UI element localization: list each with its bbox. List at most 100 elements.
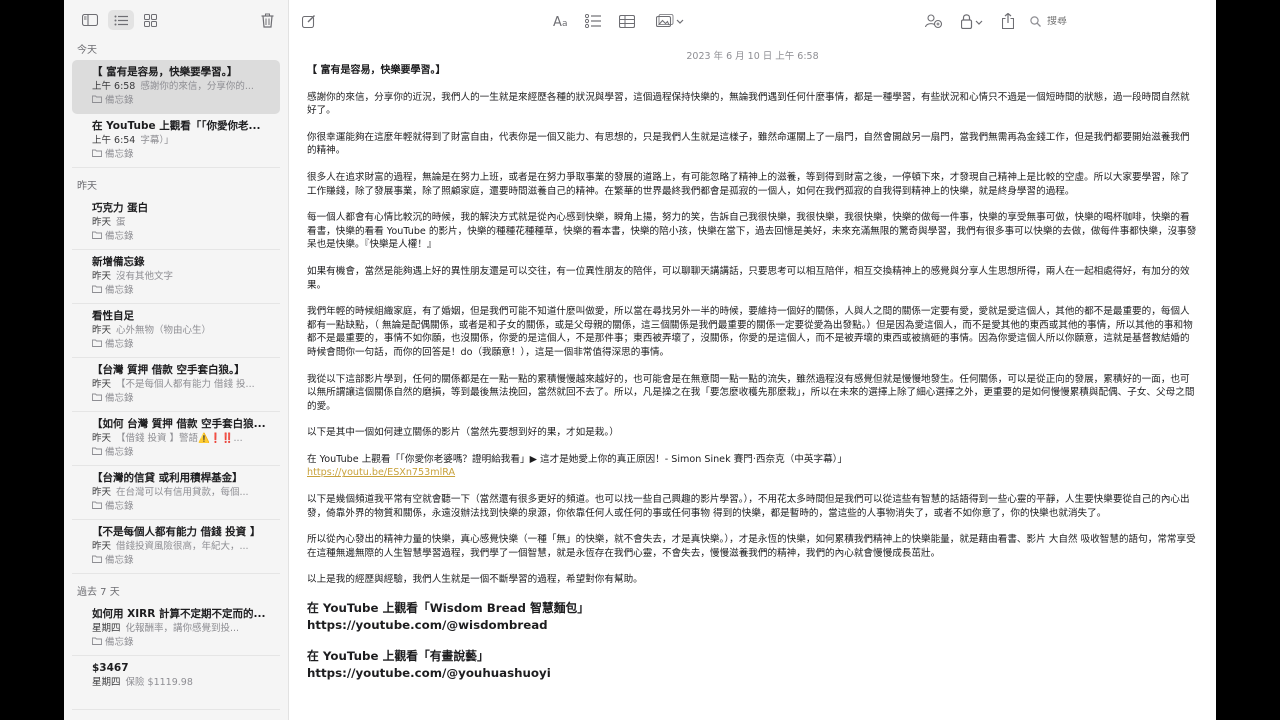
note-list-item[interactable]: 【 富有是容易，快樂要學習。】 上午 6:58 感謝你的來信，分享你的... 備忘錄 [72,60,280,114]
note-preview: 心外無物（物由心生） [116,325,212,336]
note-preview: 沒有其他文字 [116,271,174,282]
folder-name: 備忘錄 [105,231,134,242]
note-list-item[interactable]: 【不是每個人都有能力 借錢 投資 】昨天 借錢投資風險很高，年紀大，... 備忘錄 [72,520,280,574]
svg-text:A: A [553,15,562,28]
trash-icon[interactable] [257,11,277,29]
search-input[interactable] [1047,15,1157,27]
note-time: 昨天 [92,379,112,390]
note-meta: 昨天 【借錢 投資 】警語⚠️❗️‼️... [92,432,280,446]
sidebar-icon[interactable] [80,11,100,29]
note-preview: 化報酬率，講你感覺到投... [125,623,240,634]
folder-name: 備忘錄 [105,339,134,350]
note-title: 如何用 XIRR 計算不定期不定而的... [92,608,266,620]
note-list-item[interactable]: 看性自足 昨天 心外無物（物由心生） 備忘錄 [72,304,280,358]
body-paragraph: 每一個人都會有心情比較沉的時候，我的解決方式就是從內心感到快樂，瞬角上揚，努力的… [307,212,1197,251]
share-icon[interactable] [1002,12,1014,30]
note-time: 昨天 [92,217,112,228]
note-meta: 昨天 【不是每個人都有能力 借錢 投... [92,378,280,392]
video-link[interactable]: https://youtu.be/ESXn753mlRA [307,466,1197,480]
note-preview: 【不是每個人都有能力 借錢 投... [116,379,255,390]
note-meta: 昨天 借錢投資風險很高，年紀大，... [92,540,280,554]
note-meta: 上午 6:54 字幕）」 [92,134,280,148]
note-meta: 星期四 保險 $1119.98 [92,676,280,690]
checklist-icon[interactable] [585,12,601,30]
compose-icon[interactable] [302,12,316,30]
channel-title: 在 YouTube 上觀看「Wisdom Bread 智慧麵包」 [307,601,590,616]
channel-url[interactable]: https://youtube.com/@youhuashuoyi [307,665,1197,682]
body-paragraph: 你很幸運能夠在這麼年輕就得到了財富自由，代表你是一個又能力、有思想的，只是我們人… [307,131,1190,157]
folder-name: 備忘錄 [105,555,134,566]
note-list-item[interactable]: 【台灣的信貸 或利用積桿基金】 昨天 在台灣可以有信用貸款，每個... 備忘錄 [72,466,280,520]
folder-icon [92,500,105,514]
note-time: 昨天 [92,271,112,282]
note-time: 昨天 [92,433,112,444]
note-title: 【台灣的信貸 或利用積桿基金】 [92,472,243,484]
note-body[interactable]: 【 富有是容易，快樂要學習。】 感謝你的來信，分享你的近況，我們人的一生就是來經… [307,64,1197,696]
collaborate-icon[interactable] [925,12,943,30]
note-preview: 借錢投資風險很高，年紀大，... [116,541,249,552]
note-list-item[interactable]: 【台灣 質押 借款 空手套白狼。】 昨天 【不是每個人都有能力 借錢 投... 備忘錄 [72,358,280,412]
body-paragraphs: 感謝你的來信，分享你的近況，我們人的一生就是來經歷各種的狀況與學習，這個過程保持… [307,91,1197,440]
folder-name: 備忘錄 [105,637,134,648]
gallery-view-icon[interactable] [140,11,160,29]
note-list-item[interactable]: 如何用 XIRR 計算不定期不定而的... 星期四 化報酬率，講你感覺到投... 備忘… [72,602,280,656]
folder-icon [92,148,105,162]
note-folder: 備忘錄 [92,148,280,162]
folder-icon [92,94,105,108]
body-paragraph: 我們年輕的時候組織家庭，有了婚姻，但是我們可能不知道什麼叫做愛，所以當在尋找另外… [307,306,1193,358]
note-title: $3467 [92,662,129,674]
search-field[interactable] [1030,11,1180,31]
note-meta: 昨天 沒有其他文字 [92,270,280,284]
note-list-item[interactable]: 新增備忘錄 昨天 沒有其他文字 備忘錄 [72,250,280,304]
format-text-icon[interactable]: Aa [553,12,571,30]
note-folder: 備忘錄 [92,338,280,352]
note-meta: 昨天 心外無物（物由心生） [92,324,280,338]
note-title: 【台灣 質押 借款 空手套白狼。】 [92,364,245,376]
note-folder: 備忘錄 [92,446,280,460]
note-date: 2023 年 6 月 10 日 上午 6:58 [686,51,819,62]
note-preview: 【借錢 投資 】警語⚠️❗️‼️... [116,433,243,444]
body-paragraph: 如果有機會，當然是能夠遇上好的異性朋友還是可以交往，有一位異性朋友的陪伴，可以聊… [307,265,1190,291]
folder-icon [92,554,105,568]
body-paragraphs-2: 以下是幾個頻道我平常有空就會聽一下（當然還有很多更好的頻道。也可以找一些自己興趣… [307,493,1197,587]
lock-icon[interactable] [961,12,985,30]
body-paragraph: 感謝你的來信，分享你的近況，我們人的一生就是來經歷各種的狀況與學習，這個過程保持… [307,91,1190,117]
folder-icon [92,230,105,244]
folder-name: 備忘錄 [105,149,134,160]
note-time: 上午 6:58 [92,81,136,92]
note-time: 上午 6:54 [92,135,136,146]
note-list-item[interactable]: 【如何 台灣 質押 借款 空手套白狼... 昨天 【借錢 投資 】警語⚠️❗️‼️.… [72,412,280,466]
note-title: 【如何 台灣 質押 借款 空手套白狼... [92,418,266,430]
note-folder: 備忘錄 [92,392,280,406]
channel-list: 在 YouTube 上觀看「Wisdom Bread 智慧麵包」 https://… [307,600,1197,696]
media-icon[interactable] [656,12,684,30]
note-title: 新增備忘錄 [92,256,145,268]
folder-name: 備忘錄 [105,393,134,404]
note-time: 昨天 [92,325,112,336]
note-list-item[interactable]: 在 YouTube 上觀看「「你愛你老... 上午 6:54 字幕）」 備忘錄 [72,114,280,168]
folder-name: 備忘錄 [105,447,134,458]
channel-title: 在 YouTube 上觀看「有畫說藝」 [307,649,489,664]
note-time: 昨天 [92,541,112,552]
note-title: 【不是每個人都有能力 借錢 投資 】 [92,526,261,538]
note-meta: 星期四 化報酬率，講你感覺到投... [92,622,280,636]
body-paragraph: 以下是其中一個如何建立關係的影片（當然先要想到好的果，才如是栽。） [307,427,619,439]
folder-name: 備忘錄 [105,501,134,512]
channel-url[interactable]: https://youtube.com/@wisdombread [307,617,1197,634]
svg-text:a: a [562,19,568,28]
folder-icon [92,636,105,650]
note-preview: 蛋 [116,217,126,228]
note-time: 昨天 [92,487,112,498]
table-icon[interactable] [619,12,635,30]
note-list-item[interactable]: 巧克力 蛋白 昨天蛋備忘錄 [72,196,280,250]
note-meta: 昨天蛋 [92,216,280,230]
list-view-icon[interactable] [108,10,134,30]
note-folder: 備忘錄 [92,554,280,568]
note-meta: 上午 6:58 感謝你的來信，分享你的... [92,80,280,94]
note-folder: 備忘錄 [92,94,280,108]
note-list-item[interactable]: $3467 星期四 保險 $1119.98 [72,656,280,710]
folder-icon [92,284,105,298]
body-paragraph: 很多人在追求財富的過程，無論是在努力上班，或者是在努力爭取事業的發展的道路上，有… [307,171,1190,197]
note-preview: 在台灣可以有信用貸款，每個... [116,487,249,498]
